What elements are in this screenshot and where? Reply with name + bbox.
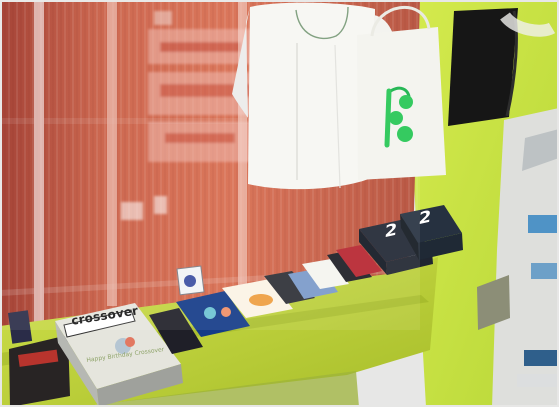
white-t-shirt [248,2,375,190]
photo-scene [0,0,559,407]
bookshop-window-photo: crossover Happy Birthday Crossover 2 2 [0,0,559,407]
